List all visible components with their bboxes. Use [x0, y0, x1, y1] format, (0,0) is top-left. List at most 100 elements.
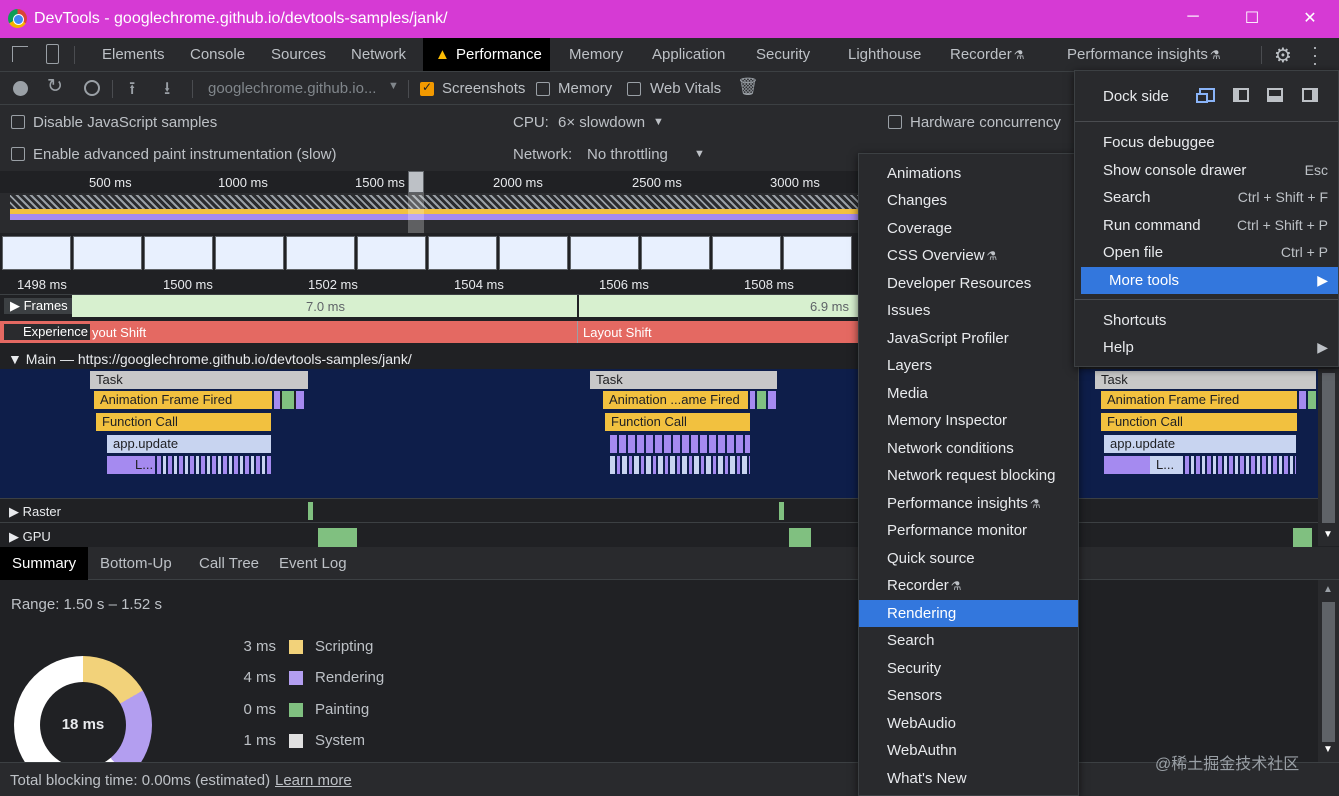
ruler-tick: 1506 ms	[599, 277, 649, 292]
function-call-block[interactable]: Function Call	[96, 413, 271, 431]
tab-performance-insights[interactable]: Performance insights ⚗	[1057, 38, 1231, 71]
flame-scrollbar[interactable]: ▼	[1318, 369, 1339, 546]
recording-select[interactable]: googlechrome.github.io...	[208, 80, 376, 97]
gear-icon[interactable]: ⚙	[1274, 43, 1292, 68]
layout-block[interactable]	[1104, 456, 1156, 474]
dock-right-icon[interactable]	[1302, 88, 1318, 102]
layout-block[interactable]: L...	[107, 456, 155, 474]
dock-bottom-icon[interactable]	[1267, 88, 1283, 102]
menu-item-webaudio[interactable]: WebAudio	[859, 710, 1078, 737]
screenshots-checkbox[interactable]	[420, 80, 434, 96]
trash-icon[interactable]: 🗑	[737, 77, 759, 97]
tab-summary[interactable]: Summary	[0, 547, 89, 580]
menu-item-whats-new[interactable]: What's New	[859, 765, 1078, 792]
ruler-tick: 1504 ms	[454, 277, 504, 292]
disable-js-checkbox[interactable]	[11, 115, 25, 129]
menu-item-javascript-profiler[interactable]: JavaScript Profiler	[859, 325, 1078, 352]
close-icon[interactable]: ✕	[1300, 8, 1320, 28]
overview-window-handle[interactable]	[408, 171, 424, 193]
tab-call-tree[interactable]: Call Tree	[187, 547, 271, 580]
menu-item-recorder[interactable]: Recorder ⚗	[859, 572, 1078, 599]
clear-icon[interactable]	[84, 80, 100, 96]
chevron-down-icon[interactable]: ▼	[388, 80, 399, 92]
menu-item-issues[interactable]: Issues	[859, 297, 1078, 324]
tab-sources[interactable]: Sources	[261, 38, 336, 71]
frames-track[interactable]: ▶ Frames 7.0 ms 6.9 ms	[0, 295, 858, 317]
download-icon[interactable]: ⭳	[164, 76, 170, 106]
summary-scrollbar[interactable]: ▲ ▼	[1318, 580, 1339, 762]
device-toolbar-icon[interactable]	[46, 44, 59, 64]
tab-console[interactable]: Console	[180, 38, 255, 71]
menu-item-search[interactable]: Search Ctrl + Shift + F	[1075, 184, 1338, 211]
menu-item-quick-source[interactable]: Quick source	[859, 545, 1078, 572]
menu-item-performance-insights[interactable]: Performance insights ⚗	[859, 490, 1078, 517]
web-vitals-checkbox[interactable]	[627, 82, 641, 96]
menu-item-help[interactable]: Help ▶	[1075, 334, 1338, 361]
minimize-icon[interactable]: ─	[1183, 8, 1203, 26]
menu-item-webauthn[interactable]: WebAuthn	[859, 737, 1078, 764]
inspect-element-icon[interactable]	[12, 46, 28, 62]
menu-item-network-conditions[interactable]: Network conditions	[859, 435, 1078, 462]
experience-track[interactable]: Experience yout Shift Layout Shift	[0, 321, 858, 343]
animation-frame-block[interactable]: Animation Frame Fired	[94, 391, 272, 409]
menu-item-search[interactable]: Search	[859, 627, 1078, 654]
menu-item-focus-debuggee[interactable]: Focus debuggee	[1075, 129, 1338, 156]
dock-left-icon[interactable]	[1233, 88, 1249, 102]
app-update-block[interactable]: app.update	[1104, 435, 1296, 453]
menu-item-animations[interactable]: Animations	[859, 160, 1078, 187]
menu-item-shortcuts[interactable]: Shortcuts	[1075, 307, 1338, 334]
tab-security[interactable]: Security	[746, 38, 820, 71]
learn-more-link[interactable]: Learn more	[275, 772, 352, 789]
animation-frame-block[interactable]: Animation ...ame Fired	[603, 391, 748, 409]
tab-elements[interactable]: Elements	[92, 38, 175, 71]
menu-item-open-file[interactable]: Open file Ctrl + P	[1075, 239, 1338, 266]
task-block[interactable]: Task	[590, 371, 777, 389]
menu-item-changes[interactable]: Changes	[859, 187, 1078, 214]
tab-recorder[interactable]: Recorder ⚗	[940, 38, 1034, 71]
overview-window-handle[interactable]	[408, 193, 424, 233]
tab-memory[interactable]: Memory	[559, 38, 633, 71]
raster-track[interactable]: ▶ Raster	[0, 498, 1318, 522]
menu-item-coverage[interactable]: Coverage	[859, 215, 1078, 242]
tab-lighthouse[interactable]: Lighthouse	[838, 38, 931, 71]
tab-network[interactable]: Network	[341, 38, 416, 71]
dock-undock-icon[interactable]	[1196, 88, 1215, 103]
memory-checkbox[interactable]	[536, 82, 550, 96]
menu-item-rendering[interactable]: Rendering	[859, 600, 1078, 627]
function-call-block[interactable]: Function Call	[1101, 413, 1297, 431]
hw-concurrency-checkbox[interactable]	[888, 115, 902, 129]
task-block[interactable]: Task	[1095, 371, 1316, 389]
animation-frame-block[interactable]: Animation Frame Fired	[1101, 391, 1297, 409]
menu-item-show-console-drawer[interactable]: Show console drawer Esc	[1075, 157, 1338, 184]
cpu-overview[interactable]	[0, 193, 858, 233]
tab-event-log[interactable]: Event Log	[267, 547, 359, 580]
tab-performance[interactable]: ▲ Performance	[423, 38, 550, 71]
kebab-menu-icon[interactable]: · · ·	[1312, 38, 1318, 72]
cpu-select[interactable]: 6× slowdown	[558, 114, 645, 131]
network-select[interactable]: No throttling	[587, 146, 668, 163]
upload-icon[interactable]: ⭱	[129, 76, 135, 106]
app-update-block[interactable]: app.update	[107, 435, 271, 453]
tab-application[interactable]: Application	[642, 38, 735, 71]
screenshots-strip	[0, 233, 858, 273]
advanced-paint-checkbox[interactable]	[11, 147, 25, 161]
menu-item-memory-inspector[interactable]: Memory Inspector	[859, 407, 1078, 434]
maximize-icon[interactable]: ☐	[1242, 8, 1262, 28]
reload-icon[interactable]: ↻	[47, 75, 63, 98]
menu-item-more-tools[interactable]: More tools ▶	[1081, 267, 1338, 294]
task-block[interactable]: Task	[90, 371, 308, 389]
gpu-track[interactable]: ▶ GPU	[0, 522, 1318, 548]
function-call-block[interactable]: Function Call	[605, 413, 750, 431]
flame-chart[interactable]: Task Animation Frame Fired Function Call…	[0, 369, 1318, 498]
menu-item-security[interactable]: Security	[859, 655, 1078, 682]
menu-item-network-request-blocking[interactable]: Network request blocking	[859, 462, 1078, 489]
menu-item-run-command[interactable]: Run command Ctrl + Shift + P	[1075, 212, 1338, 239]
record-icon[interactable]	[13, 81, 28, 96]
menu-item-css-overview[interactable]: CSS Overview ⚗	[859, 242, 1078, 269]
tab-bottom-up[interactable]: Bottom-Up	[88, 547, 184, 580]
menu-item-performance-monitor[interactable]: Performance monitor	[859, 517, 1078, 544]
menu-item-media[interactable]: Media	[859, 380, 1078, 407]
menu-item-developer-resources[interactable]: Developer Resources	[859, 270, 1078, 297]
menu-item-layers[interactable]: Layers	[859, 352, 1078, 379]
menu-item-sensors[interactable]: Sensors	[859, 682, 1078, 709]
